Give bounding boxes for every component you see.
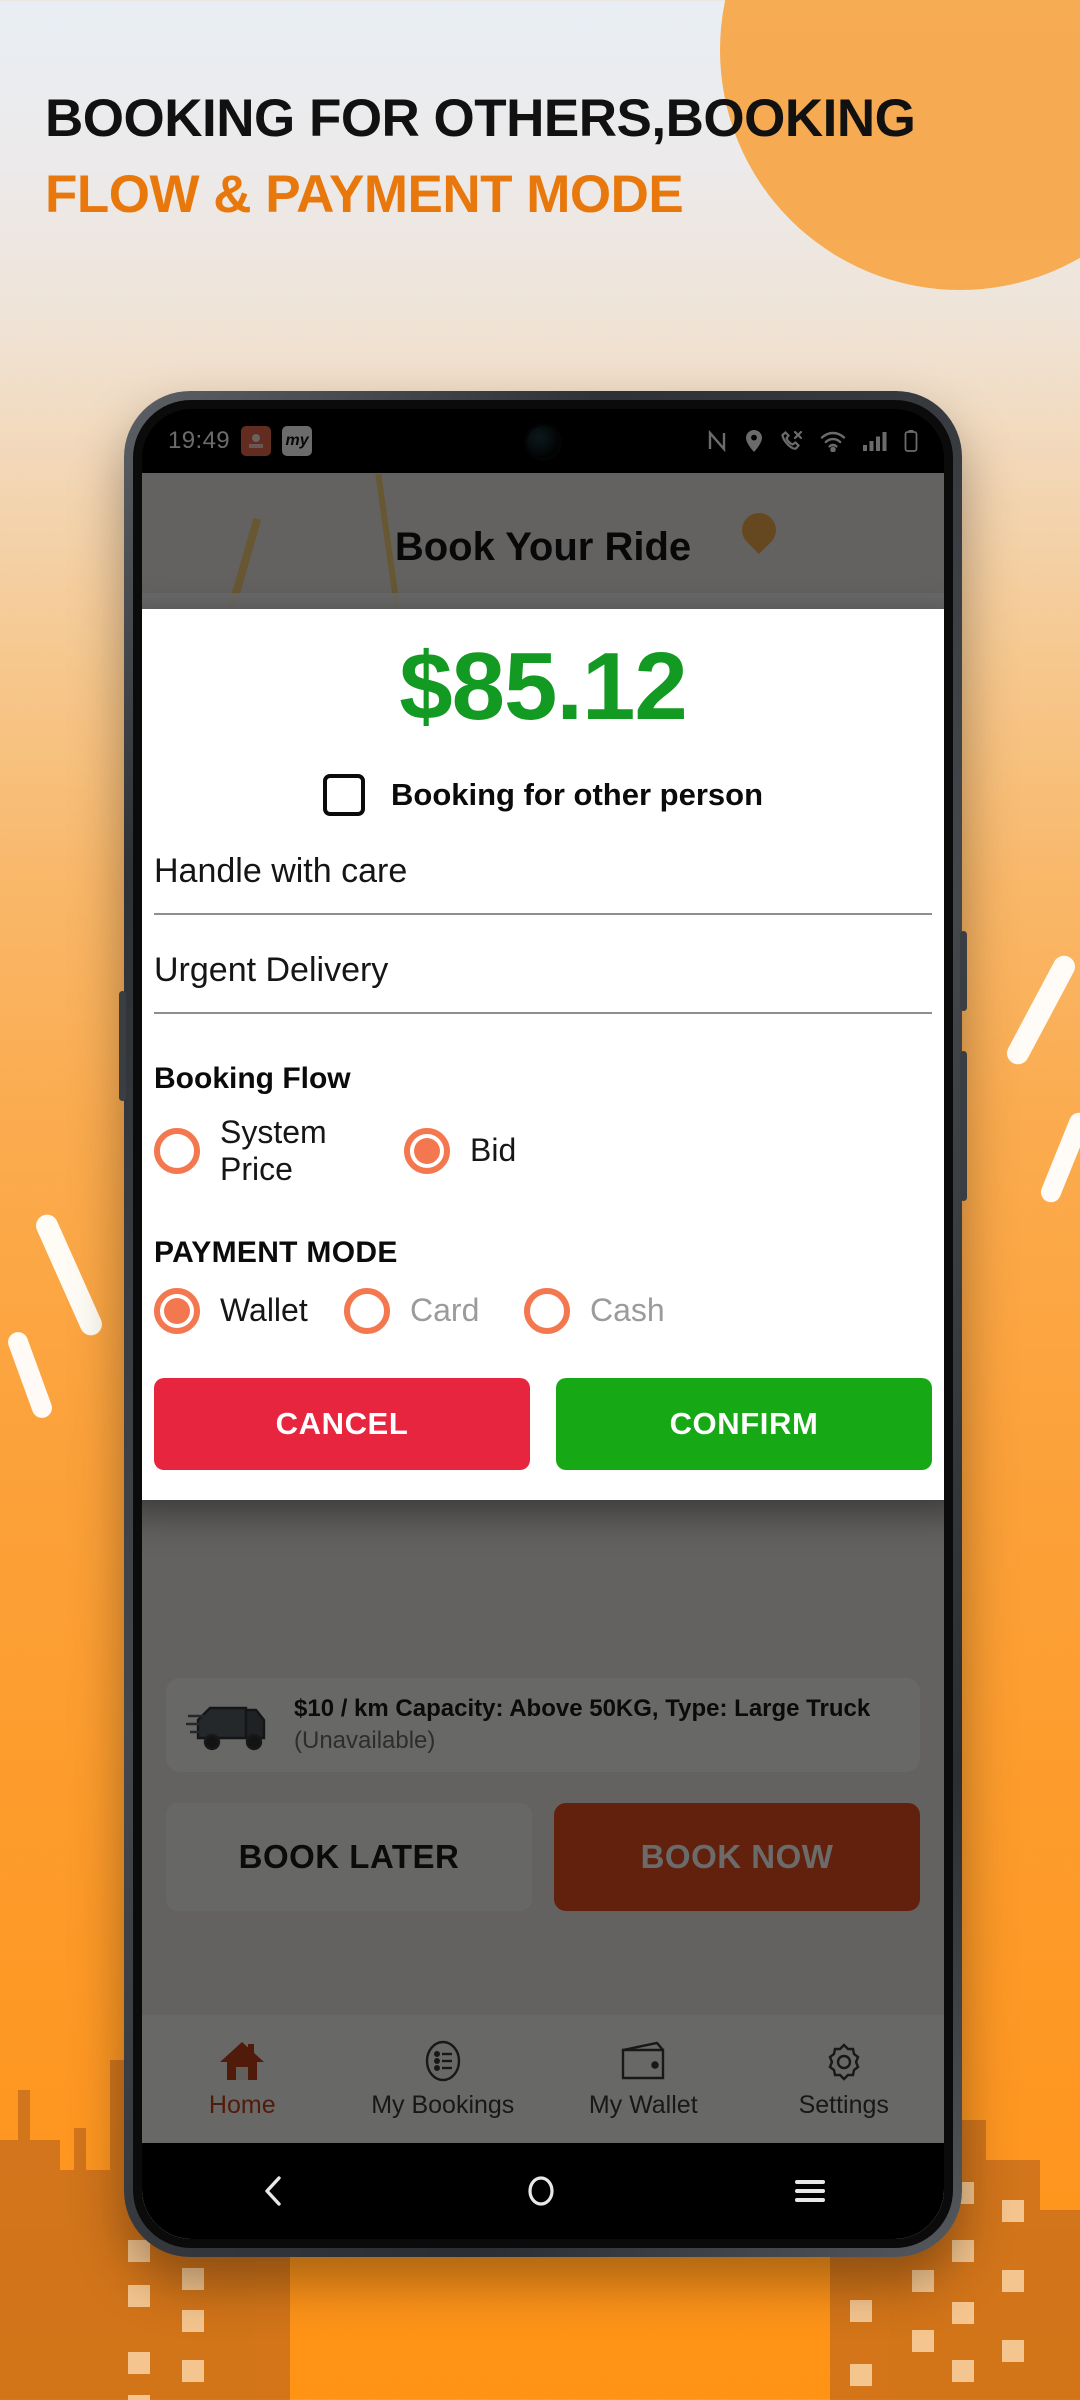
decorative-stroke (1003, 951, 1079, 1069)
home-circle-icon[interactable] (522, 2170, 560, 2212)
handle-with-care-value: Handle with care (154, 851, 408, 890)
radio-card-control[interactable] (344, 1287, 390, 1334)
price-amount: $85.12 (399, 633, 688, 740)
recents-icon[interactable] (791, 2174, 829, 2208)
booking-for-other-label: Booking for other person (391, 776, 763, 812)
payment-mode-options: Wallet Card Cash (154, 1287, 932, 1334)
phone-power-button (960, 931, 967, 1011)
radio-cash[interactable]: Cash (524, 1287, 665, 1334)
booking-for-other-checkbox[interactable] (323, 773, 365, 816)
radio-wallet-label: Wallet (220, 1292, 308, 1329)
urgent-delivery-field[interactable]: Urgent Delivery (154, 951, 932, 1014)
booking-for-other-row[interactable]: Booking for other person (154, 773, 932, 816)
android-navigation-bar (142, 2143, 944, 2239)
radio-wallet[interactable]: Wallet (154, 1287, 344, 1334)
urgent-delivery-value: Urgent Delivery (154, 950, 389, 989)
radio-system-price[interactable]: System Price (154, 1114, 404, 1188)
radio-cash-label: Cash (590, 1292, 665, 1329)
phone-screen: 19:49 my (142, 409, 944, 2239)
decorative-stroke (5, 1329, 55, 1421)
handle-with-care-field[interactable]: Handle with care (154, 852, 932, 915)
booking-flow-options: System Price Bid (154, 1114, 932, 1188)
field-underline (154, 912, 932, 915)
confirm-booking-dialog: $85.12 Booking for other person Handle w… (142, 609, 944, 1500)
radio-wallet-control[interactable] (154, 1287, 200, 1334)
payment-mode-title: PAYMENT MODE (154, 1235, 398, 1269)
radio-card[interactable]: Card (344, 1287, 524, 1334)
page-title-line-2: FLOW & PAYMENT MODE (45, 165, 684, 225)
back-icon[interactable] (257, 2171, 291, 2211)
cancel-button[interactable]: CANCEL (154, 1377, 530, 1470)
radio-bid[interactable]: Bid (404, 1127, 517, 1174)
page-title: BOOKING FOR OTHERS,BOOKING FLOW & PAYMEN… (45, 89, 1045, 225)
booking-flow-title: Booking Flow (154, 1061, 351, 1095)
radio-bid-control[interactable] (404, 1127, 450, 1174)
radio-bid-label: Bid (470, 1132, 517, 1169)
phone-side-button (960, 1051, 967, 1201)
radio-system-price-label: System Price (220, 1113, 327, 1187)
confirm-button[interactable]: CONFIRM (556, 1377, 932, 1470)
page-title-line-1: BOOKING FOR OTHERS,BOOKING (45, 89, 916, 148)
radio-cash-control[interactable] (524, 1287, 570, 1334)
radio-card-label: Card (410, 1292, 480, 1329)
phone-volume-button (119, 991, 126, 1101)
dialog-actions: CANCEL CONFIRM (154, 1377, 932, 1500)
decorative-stroke (1037, 1109, 1080, 1206)
radio-system-price-control[interactable] (154, 1127, 200, 1174)
phone-bezel: 19:49 my (133, 400, 953, 2248)
phone-mockup: 19:49 my (119, 391, 967, 2257)
field-underline (154, 1011, 932, 1014)
decorative-stroke (32, 1211, 106, 1339)
